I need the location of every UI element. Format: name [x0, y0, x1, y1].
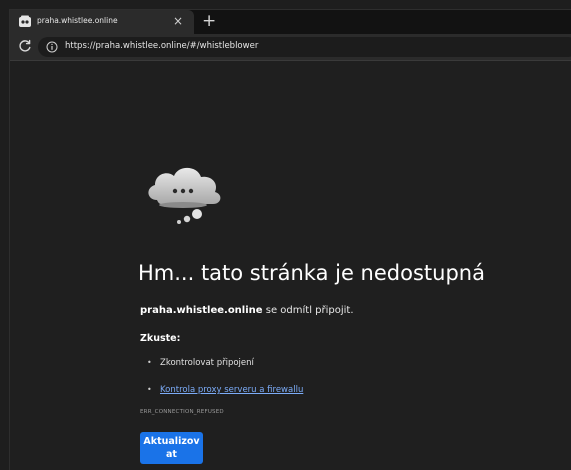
error-page: Hm... tato stránka je nedostupná praha.w… [10, 61, 571, 470]
try-label: Zkuste: [140, 333, 181, 344]
error-code: ERR_CONNECTION_REFUSED [140, 409, 224, 415]
info-icon[interactable] [46, 41, 58, 53]
proxy-firewall-link[interactable]: Kontrola proxy serveru a firewallu [160, 385, 303, 395]
host-name: praha.whistlee.online [140, 305, 263, 316]
sad-cloud-icon [148, 167, 221, 224]
tab-active[interactable]: praha.whistlee.online × [10, 10, 194, 34]
browser-window: praha.whistlee.online × + https://praha.… [9, 9, 571, 470]
reload-icon[interactable] [17, 38, 33, 54]
toolbar: https://praha.whistlee.online/#/whistleb… [10, 34, 571, 61]
page-title: Hm... tato stránka je nedostupná [138, 261, 485, 285]
refused-text: se odmítl připojit. [262, 305, 354, 316]
address-bar[interactable]: https://praha.whistlee.online/#/whistleb… [38, 37, 571, 57]
suggestion-list: Zkontrolovat připojení Kontrola proxy se… [146, 357, 303, 411]
suggestion-item: Kontrola proxy serveru a firewallu [146, 384, 303, 411]
suggestion-check-connection: Zkontrolovat připojení [160, 358, 254, 368]
tab-title: praha.whistlee.online [37, 16, 118, 25]
reload-button[interactable]: Aktualizovat [140, 432, 203, 464]
tab-strip: praha.whistlee.online × + [10, 10, 571, 34]
url-text[interactable]: https://praha.whistlee.online/#/whistleb… [65, 41, 258, 51]
error-message: praha.whistlee.online se odmítl připojit… [140, 305, 354, 316]
close-icon[interactable]: × [173, 13, 183, 29]
suggestion-item: Zkontrolovat připojení [146, 357, 303, 384]
mask-logo-icon [19, 15, 31, 27]
new-tab-button[interactable]: + [202, 11, 216, 31]
